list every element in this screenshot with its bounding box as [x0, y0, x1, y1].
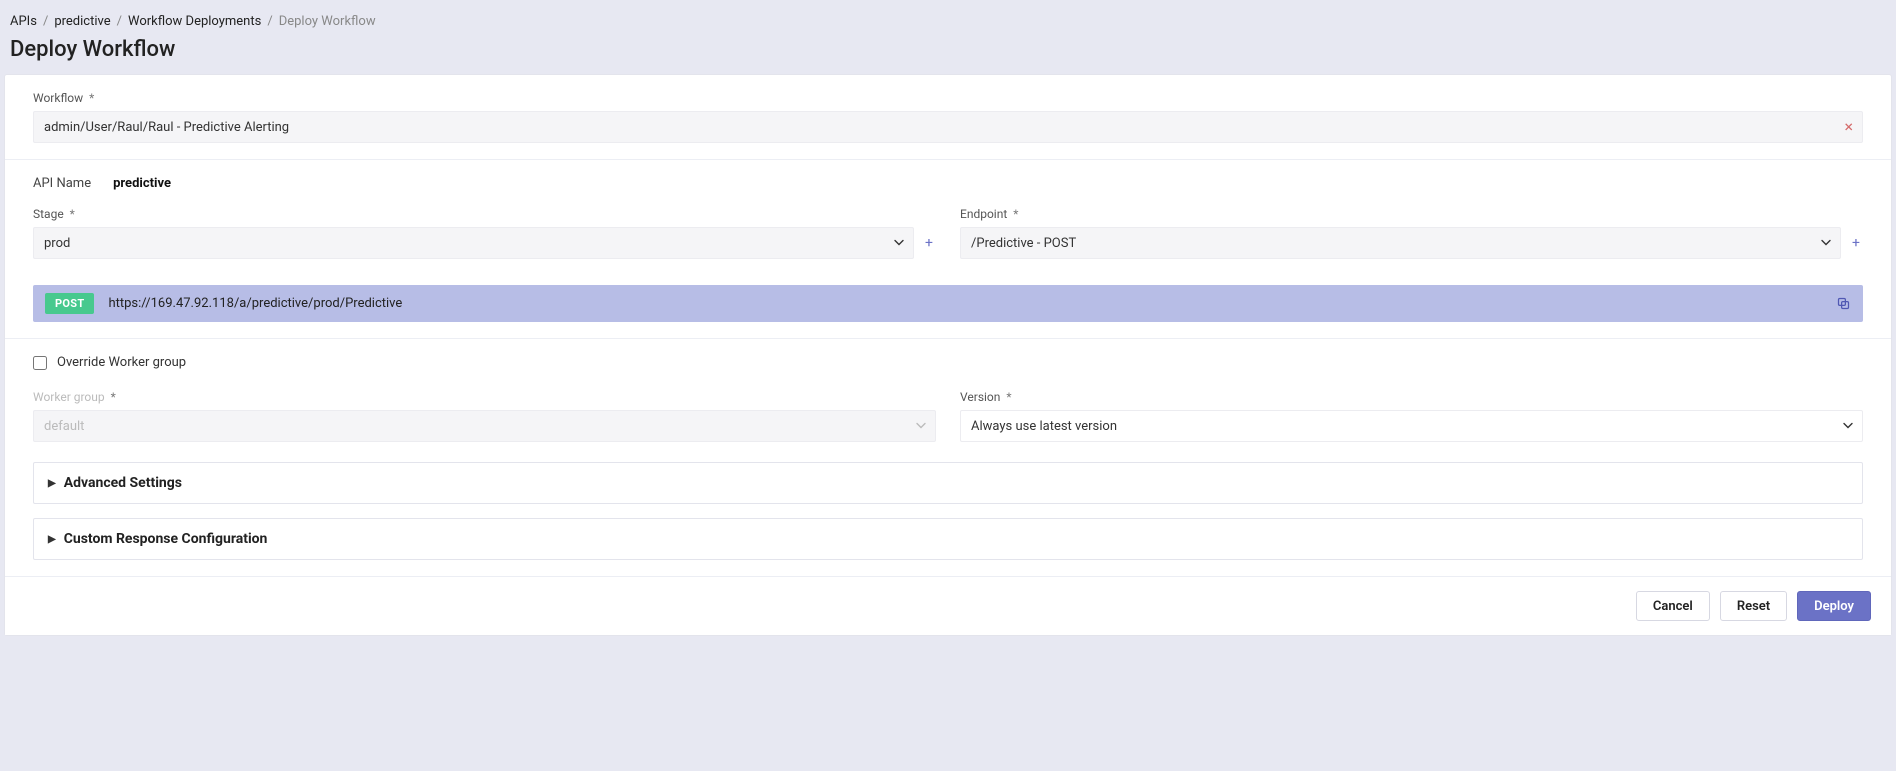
- version-label: Version *: [960, 390, 1863, 404]
- advanced-settings-accordion[interactable]: ▶ Advanced Settings: [33, 462, 1863, 504]
- endpoint-url: https://169.47.92.118/a/predictive/prod/…: [108, 296, 1821, 311]
- workflow-label: Workflow *: [33, 91, 1863, 105]
- advanced-settings-label: Advanced Settings: [64, 475, 182, 491]
- worker-section: Override Worker group Worker group *: [5, 338, 1891, 576]
- worker-group-label: Worker group *: [33, 390, 936, 404]
- required-mark: *: [111, 390, 116, 404]
- add-stage-button[interactable]: +: [922, 236, 936, 250]
- clear-icon[interactable]: ×: [1844, 119, 1853, 135]
- override-worker-label[interactable]: Override Worker group: [57, 355, 186, 370]
- override-worker-checkbox[interactable]: [33, 356, 47, 370]
- workflow-section: Workflow * ×: [5, 75, 1891, 159]
- deploy-workflow-card: Workflow * × API Name predictive Stage *: [4, 74, 1892, 636]
- breadcrumb: APIs / predictive / Workflow Deployments…: [4, 10, 1892, 37]
- breadcrumb-current: Deploy Workflow: [279, 14, 376, 29]
- required-mark: *: [1006, 390, 1011, 404]
- custom-response-accordion[interactable]: ▶ Custom Response Configuration: [33, 518, 1863, 560]
- breadcrumb-sep: /: [43, 14, 48, 29]
- required-mark: *: [70, 207, 75, 221]
- caret-right-icon: ▶: [48, 478, 56, 489]
- form-footer: Cancel Reset Deploy: [5, 576, 1891, 635]
- breadcrumb-sep: /: [117, 14, 122, 29]
- breadcrumb-apis[interactable]: APIs: [10, 14, 37, 29]
- required-mark: *: [89, 91, 94, 105]
- breadcrumb-workflow-deployments[interactable]: Workflow Deployments: [128, 14, 261, 29]
- worker-group-select: [33, 410, 936, 442]
- copy-icon[interactable]: [1835, 296, 1851, 312]
- required-mark: *: [1013, 207, 1018, 221]
- caret-right-icon: ▶: [48, 534, 56, 545]
- add-endpoint-button[interactable]: +: [1849, 236, 1863, 250]
- custom-response-label: Custom Response Configuration: [64, 531, 268, 547]
- version-select[interactable]: [960, 410, 1863, 442]
- deploy-button[interactable]: Deploy: [1797, 591, 1871, 621]
- breadcrumb-sep: /: [267, 14, 272, 29]
- page-title: Deploy Workflow: [4, 37, 1892, 74]
- workflow-input[interactable]: [33, 111, 1863, 143]
- url-bar: POST https://169.47.92.118/a/predictive/…: [33, 285, 1863, 322]
- reset-button[interactable]: Reset: [1720, 591, 1787, 621]
- endpoint-select[interactable]: [960, 227, 1841, 259]
- api-name-label: API Name: [33, 176, 91, 191]
- endpoint-label: Endpoint *: [960, 207, 1863, 221]
- http-method-badge: POST: [45, 293, 94, 314]
- api-name-value: predictive: [113, 176, 171, 191]
- stage-select[interactable]: [33, 227, 914, 259]
- cancel-button[interactable]: Cancel: [1636, 591, 1710, 621]
- api-section: API Name predictive Stage *: [5, 159, 1891, 338]
- breadcrumb-predictive[interactable]: predictive: [54, 14, 110, 29]
- stage-label: Stage *: [33, 207, 936, 221]
